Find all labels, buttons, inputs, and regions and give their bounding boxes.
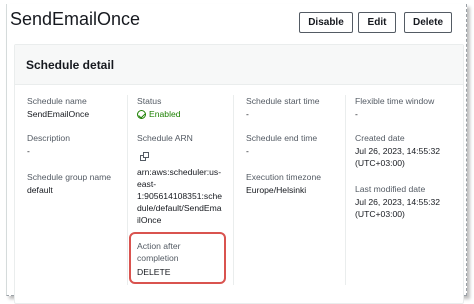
schedule-arn-line: arn:aws:scheduler:us- [137,167,222,177]
status-value: Enabled [137,109,181,120]
description-label: Description [27,133,70,143]
execution-timezone-value: Europe/Helsinki [246,185,307,195]
schedule-arn-line: 1:905614108351:sche [137,191,223,201]
schedule-end-time-label: Schedule end time [246,133,318,143]
schedule-group-name-label: Schedule group name [27,172,112,182]
status-label: Status [137,96,162,106]
column-divider [127,95,128,285]
action-after-completion-label: Action after [137,241,181,251]
schedule-start-time-label: Schedule start time [246,96,320,106]
flexible-time-window-value: - [355,109,358,119]
schedule-arn-label: Schedule ARN [137,133,193,143]
schedule-end-time-value: - [246,146,249,156]
last-modified-date-label: Last modified date [355,184,426,194]
schedule-name-label: Schedule name [27,96,87,106]
schedule-start-time-value: - [246,109,249,119]
status-text: Enabled [149,109,181,119]
page-title: SendEmailOnce [10,9,141,29]
schedule-name-value: SendEmailOnce [27,109,90,119]
schedule-arn-line: east- [137,179,157,189]
flexible-time-window-label: Flexible time window [355,96,435,106]
last-modified-date-value: Jul 26, 2023, 14:55:32 [355,197,441,207]
disable-button[interactable]: Disable [299,12,353,33]
copy-icon[interactable] [140,152,149,161]
panel-header: Schedule detail [15,45,463,85]
action-after-completion-label: completion [137,253,179,263]
edit-button[interactable]: Edit [358,12,396,33]
created-date-value: Jul 26, 2023, 14:55:32 [355,146,441,156]
delete-button[interactable]: Delete [404,12,452,33]
schedule-arn-line: ilOnce [137,215,162,225]
schedule-group-name-value: default [27,185,53,195]
panel-title: Schedule detail [26,58,115,72]
description-value: - [27,146,30,156]
last-modified-date-value: (UTC+03:00) [355,209,405,219]
column-divider [345,95,346,285]
created-date-label: Created date [355,133,405,143]
column-divider [233,95,234,285]
created-date-value: (UTC+03:00) [355,158,405,168]
action-after-completion-value: DELETE [137,267,171,277]
schedule-arn-line: dule/default/SendEma [137,203,222,213]
check-circle-icon [137,110,146,119]
execution-timezone-label: Execution timezone [246,172,321,182]
